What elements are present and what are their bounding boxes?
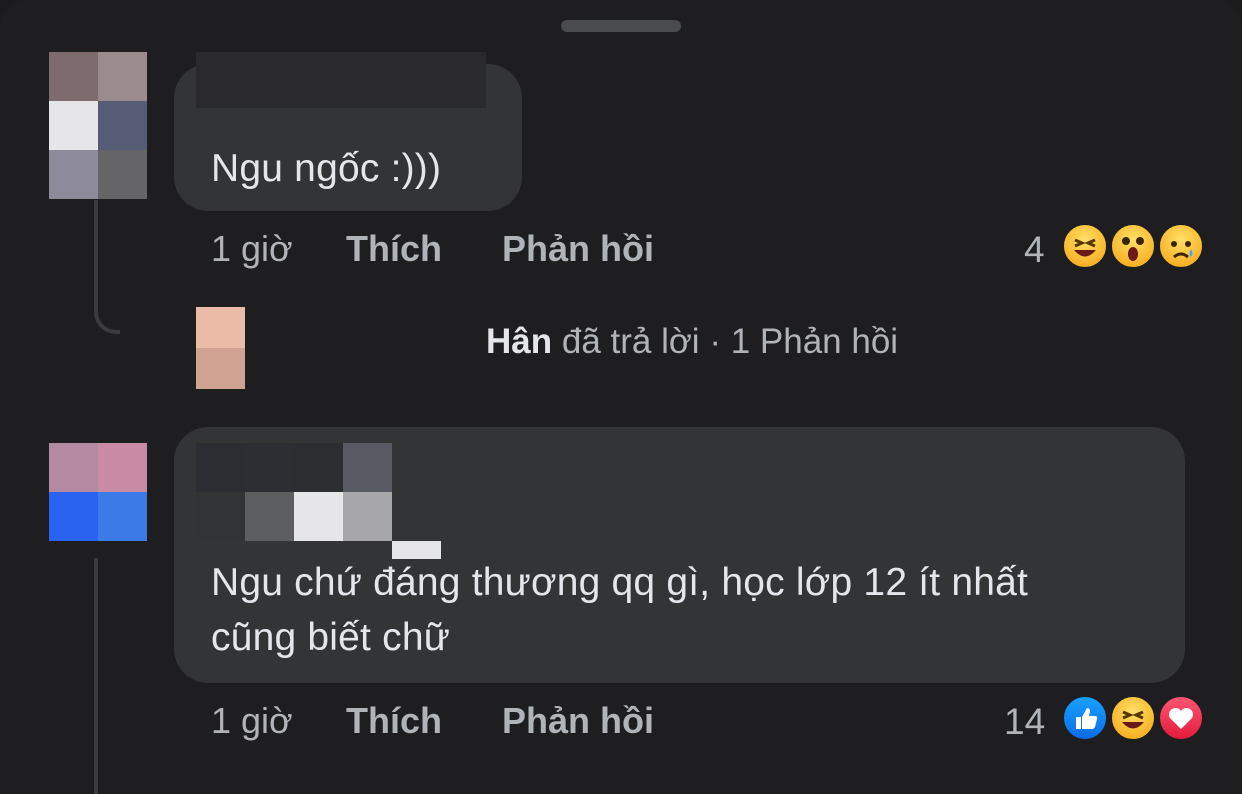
reply-name-blur: [262, 318, 490, 364]
reply-author-name: Hân: [486, 322, 553, 361]
wow-reaction-icon[interactable]: [1109, 222, 1157, 270]
haha-reaction-icon[interactable]: [1109, 694, 1157, 742]
reply-avatar[interactable]: [196, 307, 245, 389]
comment-time: 1 giờ: [211, 700, 293, 741]
commenter-name-blurred[interactable]: [196, 52, 486, 108]
comment-time: 1 giờ: [211, 228, 293, 269]
like-button[interactable]: Thích: [346, 228, 442, 270]
love-reaction-icon[interactable]: [1157, 694, 1205, 742]
reply-count-label: 1 Phản hồi: [730, 322, 899, 361]
view-replies-link[interactable]: Hân đã trả lời · 1 Phản hồi: [486, 322, 898, 362]
commenter-avatar[interactable]: [49, 443, 147, 541]
reaction-count[interactable]: 4: [1024, 229, 1045, 271]
reply-button[interactable]: Phản hồi: [502, 228, 654, 270]
like-reaction-icon[interactable]: [1061, 694, 1109, 742]
reply-button[interactable]: Phản hồi: [502, 700, 654, 742]
comment-text: Ngu chứ đáng thương qq gì, học lớp 12 ít…: [211, 561, 1029, 659]
like-button[interactable]: Thích: [346, 700, 442, 742]
reaction-count[interactable]: 14: [1004, 701, 1045, 743]
drag-handle[interactable]: [561, 20, 681, 32]
comment-text: Ngu ngốc :))): [211, 147, 442, 190]
sad-reaction-icon[interactable]: [1157, 222, 1205, 270]
commenter-avatar[interactable]: [49, 52, 147, 199]
reply-action-text: đã trả lời: [561, 322, 700, 361]
thread-connector: [94, 200, 120, 334]
comments-sheet: Ngu ngốc :))) 1 giờ Thích Phản hồi 4 Hân…: [0, 0, 1242, 794]
separator-dot: ·: [709, 322, 721, 361]
haha-reaction-icon[interactable]: [1061, 222, 1109, 270]
commenter-name-blurred[interactable]: [196, 443, 441, 559]
thread-connector: [94, 558, 98, 794]
